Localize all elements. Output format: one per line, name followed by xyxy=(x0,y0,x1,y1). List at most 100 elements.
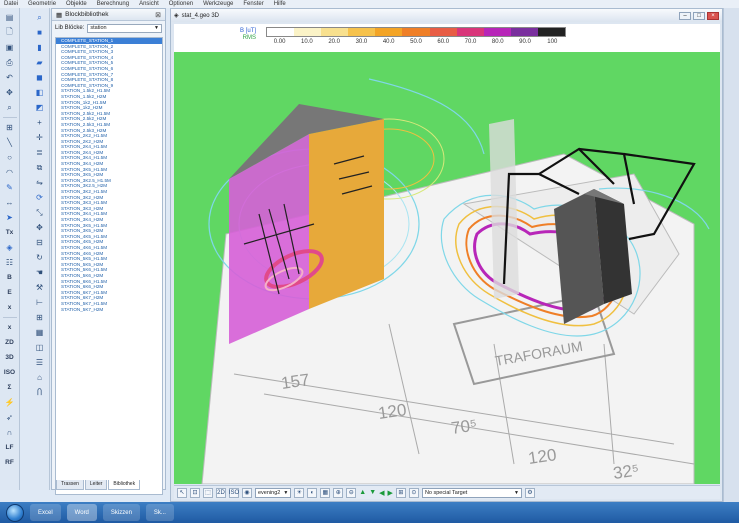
taskbar-app[interactable]: Sk... xyxy=(145,504,174,521)
circle-icon[interactable]: ○ xyxy=(3,151,17,164)
layer-icon[interactable]: ◈ xyxy=(3,241,17,254)
tool-iso-view[interactable]: ISO xyxy=(3,366,17,379)
cube-icon[interactable]: ◼ xyxy=(33,71,47,84)
zoom-in-icon[interactable]: ⊕ xyxy=(333,487,344,498)
library-list-item[interactable]: STATION_5K7_H2M xyxy=(56,307,162,313)
light-icon[interactable]: ☀ xyxy=(294,487,305,498)
zoom-icon[interactable]: ⌕ xyxy=(3,101,17,114)
plus-icon[interactable]: + xyxy=(33,116,47,129)
print-icon[interactable]: ⎙ xyxy=(3,56,17,69)
pointer-icon[interactable]: ➶ xyxy=(3,411,17,424)
view-iso-button[interactable]: ISO xyxy=(229,487,239,498)
library-list[interactable]: COMPLETE_STATION_1 COMPLETE_STATION_2 COMP… xyxy=(55,37,163,495)
tool-e-field[interactable]: E xyxy=(3,286,17,299)
ruler-icon[interactable]: ⊢ xyxy=(33,296,47,309)
cursor-icon[interactable]: ↖ xyxy=(177,487,187,498)
grid-icon[interactable]: ⊞ xyxy=(3,121,17,134)
tool-x[interactable]: x xyxy=(3,301,17,314)
shape-icon[interactable]: ◩ xyxy=(33,101,47,114)
view-preset-dropdown[interactable]: evening2 ▼ xyxy=(255,487,292,498)
taskbar-app[interactable]: Word xyxy=(66,504,97,521)
menu-item[interactable]: Optionen xyxy=(169,0,193,8)
tab-bibliothek[interactable]: Bibliothek xyxy=(108,480,141,490)
cross-icon[interactable]: ✛ xyxy=(33,131,47,144)
chart-icon[interactable]: ▦ xyxy=(33,326,47,339)
menu-item[interactable]: Geometrie xyxy=(28,0,56,8)
save-icon[interactable]: ▣ xyxy=(3,41,17,54)
magnet2-icon[interactable]: Ⴖ xyxy=(33,386,47,399)
hand-icon[interactable]: ☚ xyxy=(33,266,47,279)
line-icon[interactable]: ╲ xyxy=(3,136,17,149)
nav-right-icon[interactable]: ▶ xyxy=(388,489,393,497)
camera-icon[interactable]: ◉ xyxy=(242,487,252,498)
block-icon[interactable]: ▰ xyxy=(33,56,47,69)
zoom-out-icon[interactable]: ⊖ xyxy=(346,487,357,498)
grid2-icon[interactable]: ⊞ xyxy=(33,311,47,324)
maximize-button[interactable]: □ xyxy=(693,11,705,20)
start-button[interactable] xyxy=(6,503,24,522)
box-icon[interactable]: ◧ xyxy=(33,86,47,99)
nav-up-icon[interactable]: ▲ xyxy=(359,489,366,496)
menu-item[interactable]: Berechnung xyxy=(97,0,129,8)
refresh-icon[interactable]: ↻ xyxy=(33,251,47,264)
arrow-icon[interactable]: ➤ xyxy=(3,211,17,224)
menu-item[interactable]: Ansicht xyxy=(139,0,159,8)
nav-left-icon[interactable]: ◀ xyxy=(379,489,384,497)
stamp-icon[interactable]: ⌂ xyxy=(33,371,47,384)
tool-2d-view[interactable]: ZD xyxy=(3,336,17,349)
3d-scene[interactable]: 157 120 70⁵ 120 32⁵ TRAFORAUM xyxy=(174,24,720,484)
taskbar-app[interactable]: Skizzen xyxy=(102,504,140,521)
filter-dropdown[interactable]: station ▼ xyxy=(87,23,162,33)
minimize-button[interactable]: – xyxy=(679,11,691,20)
tool-lf[interactable]: LF xyxy=(3,441,17,454)
align-icon[interactable]: ⊟ xyxy=(33,236,47,249)
square-icon[interactable]: ■ xyxy=(33,26,47,39)
pen-icon[interactable]: ✎ xyxy=(3,181,17,194)
view-2d-button[interactable]: 2D xyxy=(216,487,226,498)
taskbar-app[interactable]: Excel xyxy=(30,504,61,521)
wand-icon[interactable]: ⚡ xyxy=(3,396,17,409)
cylinder-icon[interactable]: ▮ xyxy=(33,41,47,54)
close-icon[interactable]: ⊠ xyxy=(155,11,161,19)
menu-item[interactable]: Objekte xyxy=(66,0,87,8)
fit-icon[interactable]: ⊡ xyxy=(190,487,200,498)
tool-text[interactable]: Tx xyxy=(3,226,17,239)
rotate-icon[interactable]: ⟳ xyxy=(33,191,47,204)
wrench-icon[interactable]: ⚒ xyxy=(33,281,47,294)
tool-x2[interactable]: x xyxy=(3,321,17,334)
close-button[interactable]: × xyxy=(707,11,719,20)
undo-icon[interactable]: ↶ xyxy=(3,71,17,84)
shading-icon[interactable]: ◐ xyxy=(307,487,318,498)
menu-item[interactable]: Hilfe xyxy=(274,0,286,8)
tool-rf[interactable]: RF xyxy=(3,456,17,469)
tool-b-field[interactable]: B xyxy=(3,271,17,284)
mirror-icon[interactable]: ⇋ xyxy=(33,176,47,189)
table2-icon[interactable]: ☰ xyxy=(33,356,47,369)
settings-icon[interactable]: ⚙ xyxy=(524,487,535,498)
pan-icon[interactable]: ✥ xyxy=(3,86,17,99)
new-file-icon[interactable]: 🗋 xyxy=(3,26,17,39)
grid-toggle-icon[interactable]: ⊞ xyxy=(395,487,406,498)
select-icon[interactable]: ▤ xyxy=(3,11,17,24)
scale-icon[interactable]: ⤡ xyxy=(33,206,47,219)
perspective-icon[interactable]: ⬚ xyxy=(203,487,213,498)
copy-icon[interactable]: ⧉ xyxy=(33,161,47,174)
search-icon[interactable]: ⌕ xyxy=(33,11,47,24)
stack-icon[interactable]: ≣ xyxy=(33,146,47,159)
menu-item[interactable]: Fenster xyxy=(243,0,263,8)
magnet-icon[interactable]: ∩ xyxy=(3,426,17,439)
layers-icon[interactable]: ▦ xyxy=(320,487,331,498)
menu-item[interactable]: Datei xyxy=(4,0,18,8)
measure-icon[interactable]: ↔ xyxy=(3,196,17,209)
target-icon[interactable]: ⊙ xyxy=(408,487,419,498)
move-icon[interactable]: ✥ xyxy=(33,221,47,234)
table-icon[interactable]: ☷ xyxy=(3,256,17,269)
menu-item[interactable]: Werkzeuge xyxy=(203,0,233,8)
tab-leiter[interactable]: Leiter xyxy=(84,480,108,490)
nav-down-icon[interactable]: ▼ xyxy=(369,489,376,496)
layer2-icon[interactable]: ◫ xyxy=(33,341,47,354)
arc-icon[interactable]: ◠ xyxy=(3,166,17,179)
tool-3d-view[interactable]: 3D xyxy=(3,351,17,364)
tab-trassen[interactable]: Trassen xyxy=(56,480,84,490)
tool-sum[interactable]: Σ xyxy=(3,381,17,394)
